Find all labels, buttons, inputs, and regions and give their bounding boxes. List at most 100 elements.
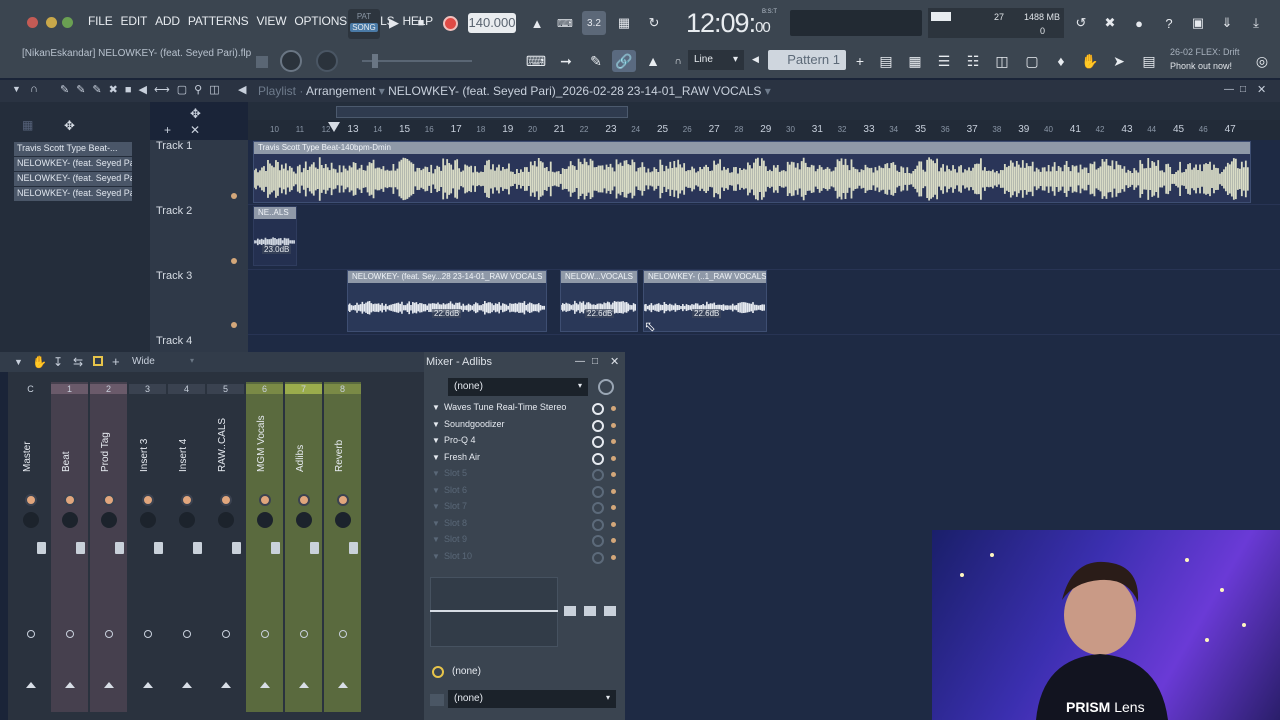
fx-mix-knob[interactable] [611, 488, 616, 494]
track-2-lane[interactable] [248, 205, 1280, 270]
mixer-menu-icon[interactable]: ▼ [14, 357, 23, 367]
fx-slot[interactable]: ▼ Slot 7 [432, 501, 618, 517]
chevron-down-icon[interactable]: ▾ [190, 356, 194, 365]
pan-knob[interactable] [298, 494, 310, 506]
minimize-window-button[interactable] [46, 17, 57, 28]
maximize-playlist-icon[interactable]: □ [1240, 84, 1246, 95]
volume-fader[interactable] [37, 542, 46, 554]
audio-clip[interactable]: NELOW...VOCALS 22.6dB [560, 270, 638, 332]
timeline-ruler[interactable]: 10 11 12 13 14 15 16 17 18 19 20 21 22 23 24 25 26 27 28 29… [248, 120, 1280, 140]
fx-slot-menu-icon[interactable]: ▼ [432, 486, 440, 495]
mixer-layout-icon[interactable] [93, 356, 103, 366]
fx-slot[interactable]: ▼ Slot 8 [432, 518, 618, 534]
volume-fader[interactable] [349, 542, 358, 554]
fx-slot-menu-icon[interactable]: ▼ [432, 502, 440, 511]
fx-enable-toggle[interactable] [592, 452, 604, 465]
strip-name[interactable]: RAW..CALS [217, 412, 231, 472]
pan-knob[interactable] [181, 494, 193, 506]
track-2-mute-led[interactable] [231, 258, 237, 264]
fx-enable-toggle[interactable] [592, 485, 604, 498]
download-icon[interactable]: ⤓ [1244, 11, 1268, 35]
eq-preset-icon[interactable] [432, 666, 444, 678]
stop-icon[interactable]: ■ [409, 11, 433, 35]
strip-name[interactable]: Insert 3 [139, 412, 153, 472]
fx-slot[interactable]: ▼ Pro-Q 4 [432, 435, 618, 451]
picker-audio-icon[interactable]: ✥ [64, 118, 75, 134]
send-arrow-icon[interactable] [104, 682, 114, 688]
touch-controller-icon[interactable]: ✋ [1078, 50, 1102, 72]
pan-knob[interactable] [25, 494, 37, 506]
strip-name[interactable]: Prod Tag [100, 412, 114, 472]
route-clock-icon[interactable] [144, 630, 152, 638]
stereo-separation-knob[interactable] [335, 512, 351, 528]
microphone-icon[interactable]: ● [1127, 11, 1151, 35]
fx-mix-knob[interactable] [611, 406, 616, 411]
fx-mix-knob[interactable] [611, 472, 616, 477]
fx-mix-knob[interactable] [611, 538, 616, 543]
eq-band-mid-fader[interactable] [584, 606, 596, 616]
playlist-icon[interactable]: ▤ [874, 50, 898, 72]
strip-name[interactable]: Master [22, 412, 36, 472]
fx-slot-menu-icon[interactable]: ▼ [432, 420, 440, 429]
menu-add[interactable]: ADD [151, 14, 184, 28]
wait-input-icon[interactable]: ⌨ [553, 11, 577, 35]
volume-fader[interactable] [154, 542, 163, 554]
send-arrow-icon[interactable] [143, 682, 153, 688]
mixer-route-icon[interactable]: ↧ [53, 355, 63, 369]
master-volume-knob[interactable] [280, 50, 302, 72]
route-clock-icon[interactable] [300, 630, 308, 638]
audio-clip[interactable]: NELOWKEY- (feat. Sey...28 23-14-01_RAW V… [347, 270, 547, 332]
playlist-arrow-icon[interactable]: ◀ [238, 83, 246, 96]
store-icon[interactable]: ▤ [1137, 50, 1161, 72]
fx-enable-toggle[interactable] [592, 518, 604, 531]
fx-enable-toggle[interactable] [592, 551, 604, 564]
fx-slot-menu-icon[interactable]: ▼ [432, 403, 440, 412]
stereo-separation-knob[interactable] [296, 512, 312, 528]
mixer-strip[interactable]: 6 MGM Vocals [246, 382, 283, 712]
mixer-strip[interactable]: 1 Beat [51, 382, 88, 712]
close-playlist-icon[interactable]: ✕ [1257, 83, 1266, 96]
mixer-hand-icon[interactable]: ✋ [32, 355, 47, 369]
track-2-label[interactable]: Track 2 [156, 205, 192, 217]
eq-graph[interactable] [430, 577, 558, 647]
eq-preset-value[interactable]: (none) [452, 666, 481, 677]
plugin-database-icon[interactable]: ▢ [1020, 50, 1044, 72]
minimize-playlist-icon[interactable]: — [1224, 84, 1234, 95]
route-clock-icon[interactable] [261, 630, 269, 638]
stereo-separation-knob[interactable] [101, 512, 117, 528]
snap-select[interactable]: Line ▾ [688, 50, 744, 70]
overview-scroll-window[interactable] [336, 106, 628, 118]
help-icon[interactable]: ? [1157, 11, 1181, 35]
arrangement-crumb[interactable]: Arrangement [306, 84, 375, 98]
piano-roll-window-icon[interactable]: ▦ [903, 50, 927, 72]
maximize-window-button[interactable] [62, 17, 73, 28]
route-clock-icon[interactable] [105, 630, 113, 638]
pan-knob[interactable] [259, 494, 271, 506]
track-3-mute-led[interactable] [231, 322, 237, 328]
menu-patterns[interactable]: PATTERNS [184, 14, 253, 28]
mixer-strip[interactable]: 4 Insert 4 [168, 382, 205, 712]
save-icon[interactable]: ▣ [1186, 11, 1210, 35]
volume-fader[interactable] [232, 542, 241, 554]
pan-knob[interactable] [142, 494, 154, 506]
play-icon[interactable]: ▶ [382, 11, 406, 35]
audio-clip[interactable]: NELOWKEY- (..1_RAW VOCALS 22.6dB [643, 270, 767, 332]
fx-slot[interactable]: ▼ Soundgoodizer [432, 419, 618, 435]
fx-slot-menu-icon[interactable]: ▼ [432, 453, 440, 462]
cut-tools-icon[interactable]: ✖ [1098, 11, 1122, 35]
stereo-separation-knob[interactable] [257, 512, 273, 528]
close-mixer-icon[interactable]: ✕ [610, 355, 619, 368]
fx-mix-knob[interactable] [611, 505, 616, 510]
strip-name[interactable]: MGM Vocals [256, 412, 270, 472]
stereo-separation-knob[interactable] [140, 512, 156, 528]
picker-item[interactable]: NELOWKEY- (feat. Seyed Pari... [14, 172, 132, 186]
send-arrow-icon[interactable] [26, 682, 36, 688]
close-window-button[interactable] [27, 17, 38, 28]
strip-name[interactable]: Adlibs [295, 412, 309, 472]
route-clock-icon[interactable] [222, 630, 230, 638]
piano-roll-icon[interactable]: ⌨ [524, 50, 548, 72]
volume-fader[interactable] [271, 542, 280, 554]
playhead-marker-icon[interactable] [328, 122, 340, 132]
volume-fader[interactable] [115, 542, 124, 554]
pan-knob[interactable] [103, 494, 115, 506]
